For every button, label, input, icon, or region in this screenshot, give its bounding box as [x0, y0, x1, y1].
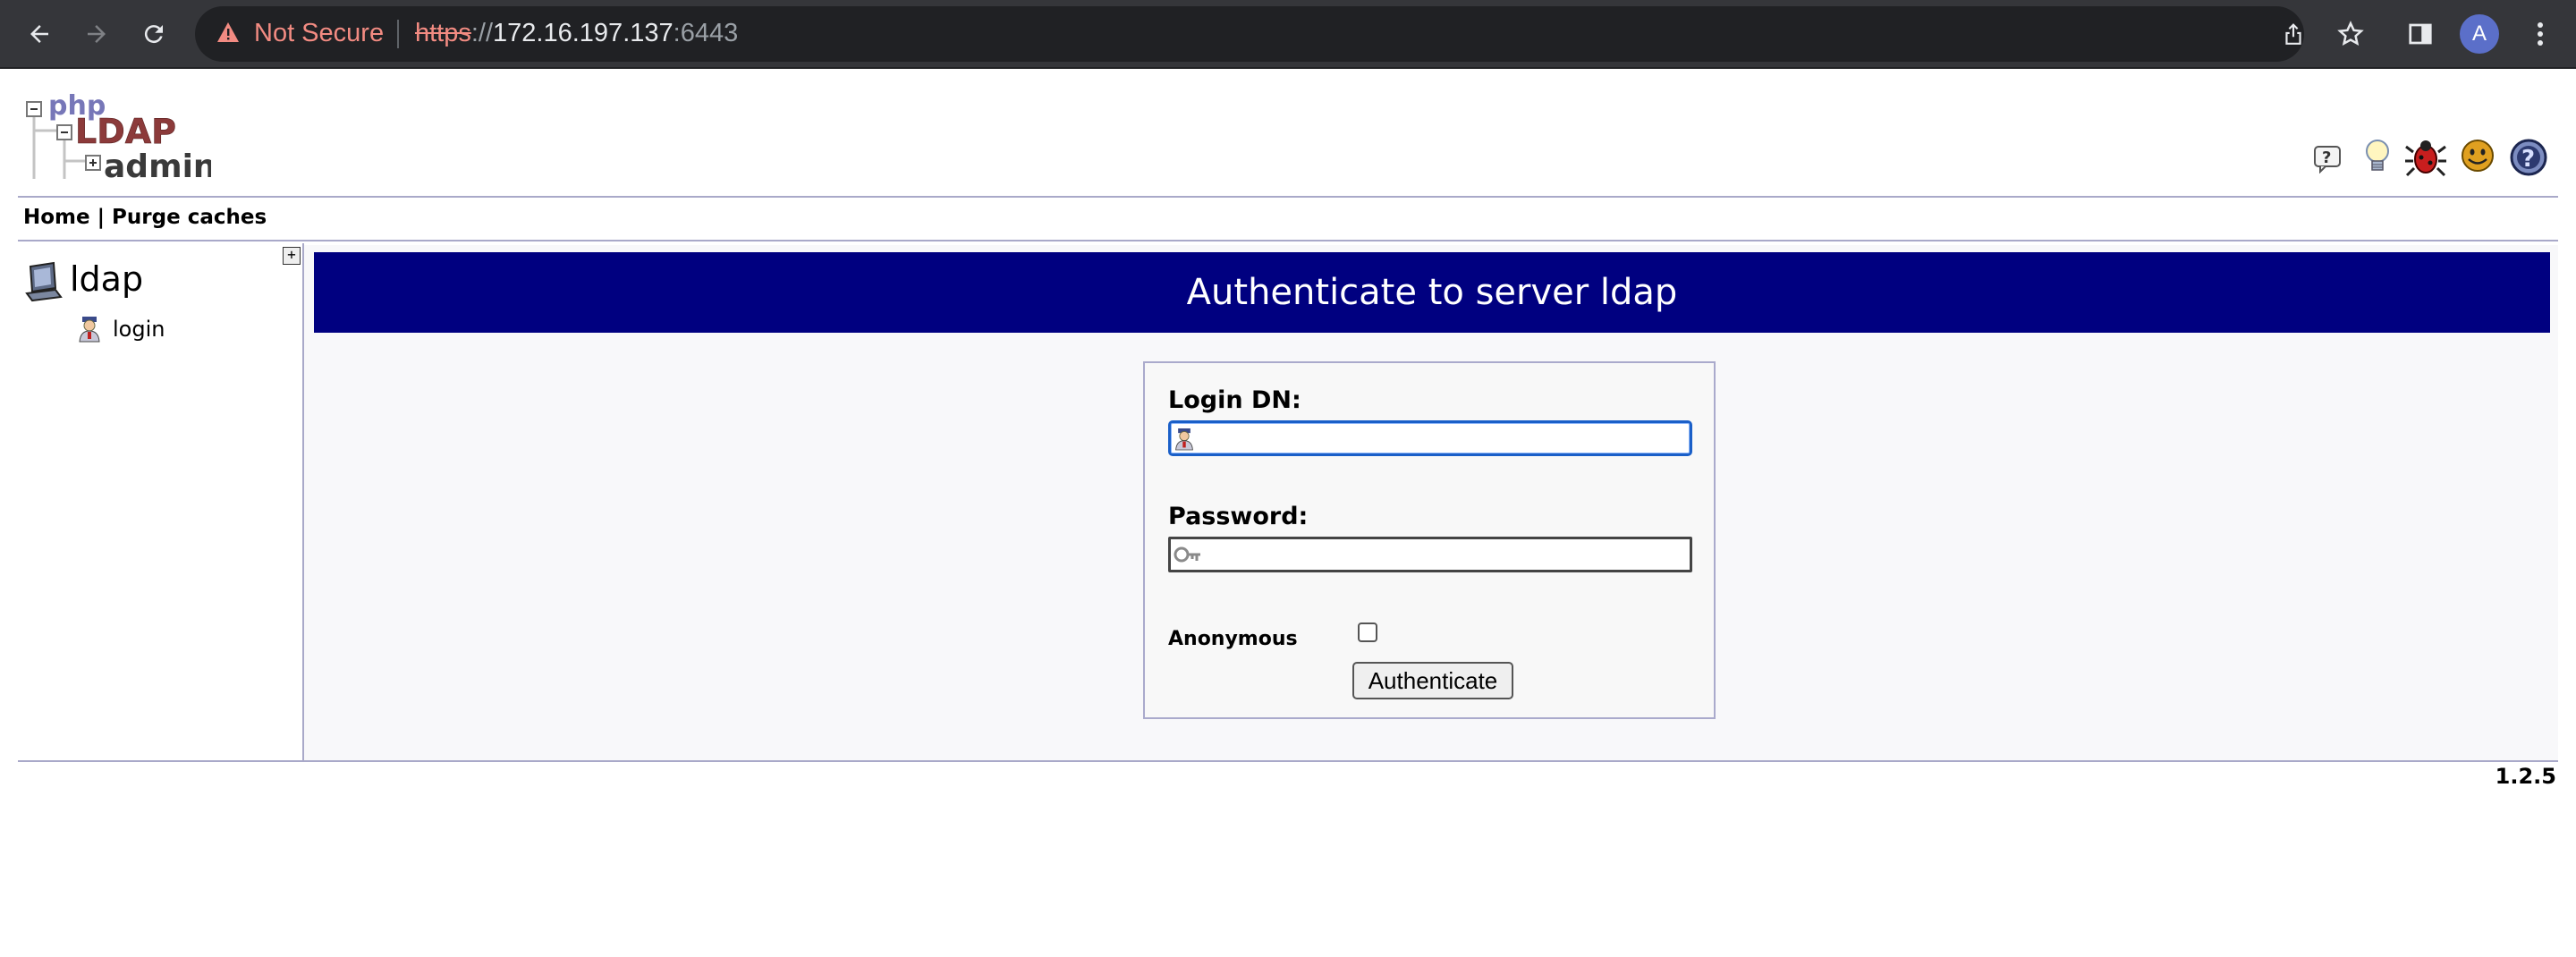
lightbulb-icon[interactable]	[2360, 138, 2395, 182]
forward-arrow-icon[interactable]	[75, 13, 118, 55]
version-label: 1.2.5	[2495, 764, 2556, 789]
server-name[interactable]: ldap	[70, 259, 143, 299]
login-form: Login DN: Password: Anonymous Authentica…	[1143, 361, 1716, 719]
share-icon[interactable]	[2279, 20, 2308, 48]
password-label: Password:	[1168, 503, 1309, 530]
login-dn-label: Login DN:	[1168, 386, 1301, 414]
profile-avatar[interactable]: A	[2460, 14, 2499, 54]
side-panel-icon[interactable]	[2399, 13, 2442, 55]
authenticate-button[interactable]: Authenticate	[1352, 662, 1513, 699]
password-input[interactable]	[1168, 537, 1692, 572]
address-divider	[397, 20, 399, 48]
url-scheme: https	[415, 19, 471, 47]
server-tree: + ldap login	[18, 243, 304, 760]
more-vert-icon[interactable]	[2519, 13, 2562, 55]
bug-icon[interactable]	[2404, 138, 2447, 182]
security-label[interactable]: Not Secure	[254, 19, 384, 48]
key-icon	[1174, 543, 1202, 570]
anonymous-checkbox[interactable]	[1358, 622, 1377, 642]
reload-icon[interactable]	[132, 13, 175, 55]
phpldapadmin-logo[interactable]: php LDAP admin	[23, 89, 216, 188]
anonymous-label: Anonymous	[1168, 628, 1298, 650]
login-link[interactable]: login	[113, 317, 165, 342]
user-icon	[1174, 427, 1195, 455]
home-link[interactable]: Home	[23, 206, 90, 229]
user-icon[interactable]	[77, 315, 102, 347]
question-icon[interactable]: ?	[2508, 138, 2549, 182]
header-divider	[18, 196, 2558, 198]
tree-expand-button[interactable]: +	[283, 247, 301, 265]
menu-divider	[18, 240, 2558, 241]
address-bar[interactable]: Not Secure https://172.16.197.137:6443	[195, 6, 2364, 62]
url-host: 172.16.197.137	[493, 19, 674, 47]
svg-text:admin: admin	[104, 148, 211, 185]
url-port: :6443	[673, 19, 739, 47]
url-text[interactable]: https://172.16.197.137:6443	[415, 19, 738, 48]
top-menu: Home | Purge caches	[23, 206, 267, 229]
star-icon[interactable]	[2336, 20, 2365, 48]
menu-separator: |	[89, 206, 113, 229]
smiley-icon[interactable]	[2458, 138, 2497, 182]
main-panel: Authenticate to server ldap Login DN: Pa…	[304, 245, 2558, 760]
footer-divider	[18, 760, 2558, 762]
warning-icon[interactable]	[216, 21, 240, 47]
help-icon[interactable]: ?	[2311, 138, 2347, 182]
svg-text:?: ?	[2521, 146, 2535, 173]
page-title: Authenticate to server ldap	[314, 252, 2550, 333]
login-dn-input[interactable]	[1168, 420, 1692, 456]
back-arrow-icon[interactable]	[18, 13, 61, 55]
url-separator: ://	[470, 19, 494, 47]
purge-caches-link[interactable]: Purge caches	[112, 206, 267, 229]
browser-toolbar: Not Secure https://172.16.197.137:6443 A	[0, 0, 2576, 69]
svg-text:?: ?	[2322, 148, 2331, 167]
svg-text:LDAP: LDAP	[75, 112, 176, 151]
server-icon[interactable]	[23, 261, 64, 306]
